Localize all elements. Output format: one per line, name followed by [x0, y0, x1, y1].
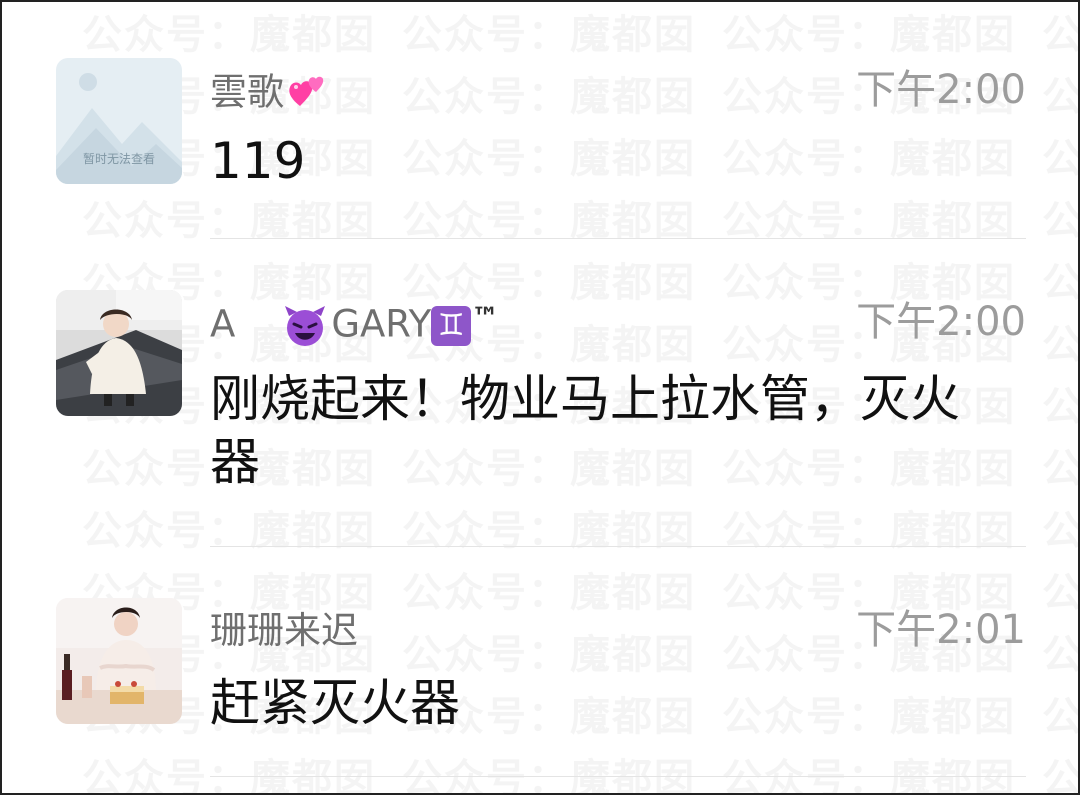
sender-name: A GARY ♊ ™ — [210, 304, 499, 348]
sender-name: 珊珊来迟 — [210, 609, 358, 652]
message-time: 下午2:00 — [856, 67, 1026, 113]
message-text[interactable]: 赶紧灭火器 — [210, 672, 1010, 735]
sender-name-prefix: A — [210, 302, 236, 346]
avatar[interactable]: 暂时无法查看 — [56, 58, 182, 184]
avatar-photo — [56, 290, 182, 416]
devil-emoji-icon — [283, 304, 327, 348]
divider — [210, 238, 1026, 239]
divider — [210, 546, 1026, 547]
avatar-caption: 暂时无法查看 — [82, 152, 155, 166]
trademark-symbol: ™ — [471, 301, 500, 334]
message-time: 下午2:00 — [856, 299, 1026, 345]
list-item[interactable]: 暂时无法查看 雲歌 下午2:00 119 — [2, 2, 1078, 240]
message-text[interactable]: 刚烧起来！物业马上拉水管，灭火器 — [210, 368, 970, 494]
message-list[interactable]: 暂时无法查看 雲歌 下午2:00 119 A GARY ♊ ™ 下午2:00 刚… — [2, 2, 1078, 793]
divider — [210, 776, 1026, 777]
sender-name-main: GARY — [331, 302, 432, 346]
message-time: 下午2:01 — [856, 607, 1026, 653]
avatar[interactable] — [56, 290, 182, 416]
avatar[interactable] — [56, 598, 182, 724]
avatar-photo — [56, 598, 182, 724]
sender-name-text: 雲歌 — [210, 70, 284, 114]
chat-window: 公众号：魔都囡公众号：魔都囡公众号：魔都囡公众号：魔都囡公众号：魔都囡公众号：魔… — [0, 0, 1080, 795]
heart-icon — [288, 72, 330, 116]
gemini-sign-icon: ♊ — [431, 306, 472, 346]
sender-name: 雲歌 — [210, 72, 330, 116]
list-item[interactable]: 珊珊来迟 下午2:01 赶紧灭火器 — [2, 548, 1078, 793]
message-text[interactable]: 119 — [210, 130, 1010, 193]
list-item[interactable]: A GARY ♊ ™ 下午2:00 刚烧起来！物业马上拉水管，灭火器 — [2, 240, 1078, 548]
